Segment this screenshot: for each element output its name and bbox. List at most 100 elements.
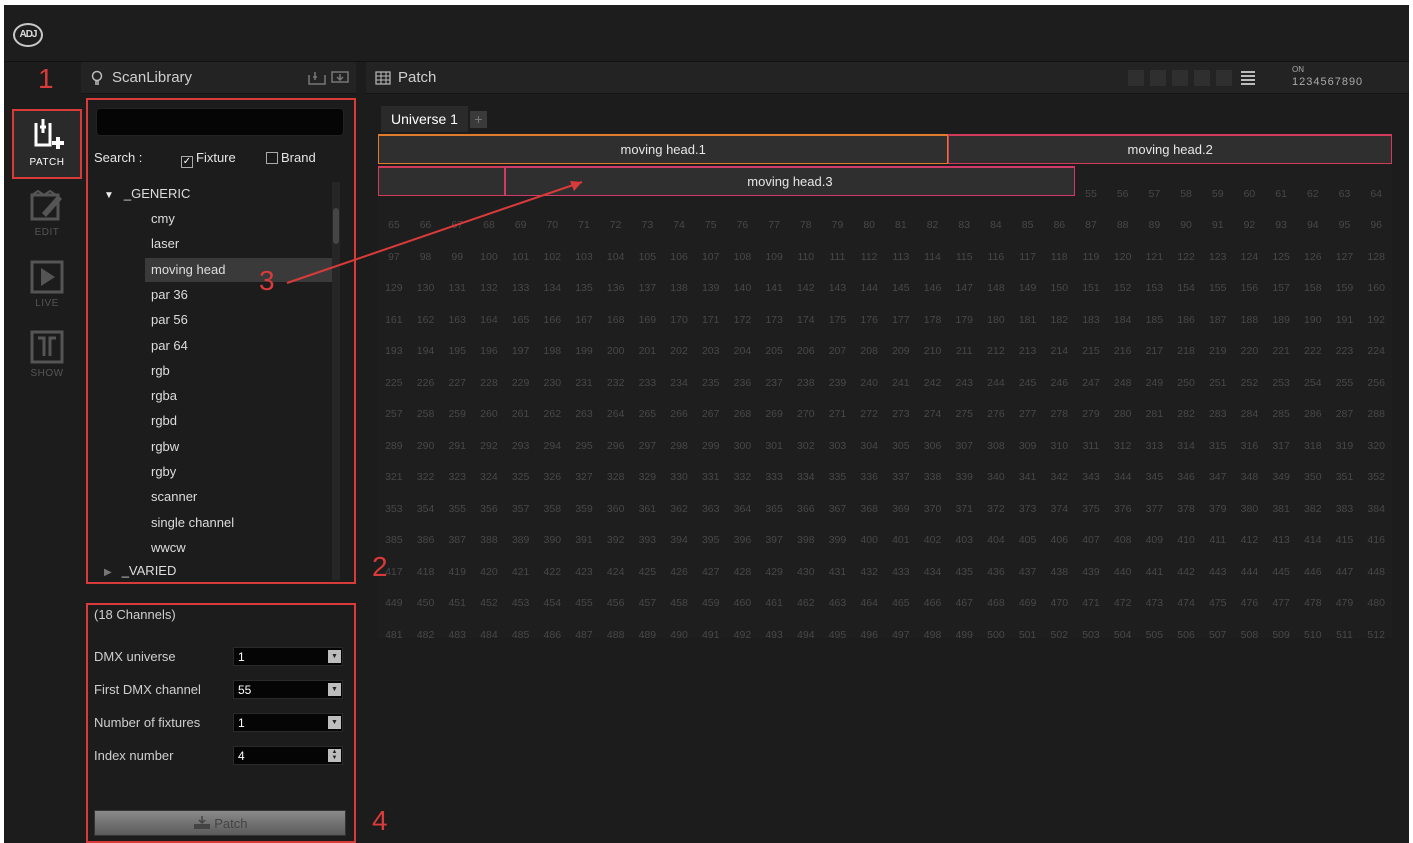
dmx-channel-cell[interactable]: 106 xyxy=(663,242,695,274)
dmx-channel-cell[interactable]: 190 xyxy=(1297,305,1329,337)
dmx-channel-cell[interactable]: 275 xyxy=(948,399,980,431)
dmx-channel-cell[interactable]: 329 xyxy=(632,462,664,494)
dmx-channel-cell[interactable]: 248 xyxy=(1107,368,1139,400)
dmx-channel-cell[interactable]: 144 xyxy=(853,273,885,305)
dmx-channel-cell[interactable]: 358 xyxy=(536,494,568,526)
dmx-channel-cell[interactable]: 474 xyxy=(1170,588,1202,620)
dmx-channel-cell[interactable]: 364 xyxy=(727,494,759,526)
dmx-channel-cell[interactable]: 441 xyxy=(1139,557,1171,589)
dmx-channel-cell[interactable]: 473 xyxy=(1139,588,1171,620)
dmx-channel-cell[interactable]: 92 xyxy=(1234,210,1266,242)
dmx-channel-cell[interactable]: 120 xyxy=(1107,242,1139,274)
dmx-channel-cell[interactable]: 70 xyxy=(536,210,568,242)
dmx-channel-cell[interactable]: 229 xyxy=(505,368,537,400)
dmx-channel-cell[interactable]: 95 xyxy=(1329,210,1361,242)
dmx-channel-cell[interactable]: 117 xyxy=(1012,242,1044,274)
dmx-channel-cell[interactable]: 243 xyxy=(948,368,980,400)
dmx-channel-cell[interactable]: 341 xyxy=(1012,462,1044,494)
dmx-channel-cell[interactable]: 79 xyxy=(822,210,854,242)
dmx-channel-cell[interactable]: 83 xyxy=(948,210,980,242)
dmx-channel-cell[interactable]: 193 xyxy=(378,336,410,368)
dmx-channel-cell[interactable]: 296 xyxy=(600,431,632,463)
dmx-channel-cell[interactable]: 236 xyxy=(727,368,759,400)
dmx-channel-cell[interactable]: 135 xyxy=(568,273,600,305)
dmx-channel-cell[interactable]: 239 xyxy=(822,368,854,400)
dmx-channel-cell[interactable]: 326 xyxy=(536,462,568,494)
dmx-channel-cell[interactable]: 182 xyxy=(1043,305,1075,337)
dmx-channel-cell[interactable]: 465 xyxy=(885,588,917,620)
dmx-channel-cell[interactable]: 64 xyxy=(1360,179,1392,211)
dmx-channel-cell[interactable]: 89 xyxy=(1139,210,1171,242)
dmx-channel-cell[interactable]: 289 xyxy=(378,431,410,463)
dmx-channel-cell[interactable]: 75 xyxy=(695,210,727,242)
dmx-channel-cell[interactable]: 494 xyxy=(790,620,822,652)
dmx-channel-cell[interactable]: 237 xyxy=(758,368,790,400)
dmx-channel-cell[interactable]: 434 xyxy=(917,557,949,589)
dmx-channel-cell[interactable]: 307 xyxy=(948,431,980,463)
dmx-channel-cell[interactable]: 393 xyxy=(632,525,664,557)
dmx-channel-cell[interactable]: 139 xyxy=(695,273,727,305)
dmx-channel-cell[interactable]: 203 xyxy=(695,336,727,368)
dmx-channel-cell[interactable]: 406 xyxy=(1043,525,1075,557)
dmx-channel-cell[interactable]: 57 xyxy=(1139,179,1171,211)
dmx-channel-cell[interactable]: 482 xyxy=(410,620,442,652)
dmx-channel-cell[interactable]: 96 xyxy=(1360,210,1392,242)
dmx-channel-cell[interactable]: 351 xyxy=(1329,462,1361,494)
dmx-channel-cell[interactable]: 220 xyxy=(1234,336,1266,368)
dmx-channel-cell[interactable]: 273 xyxy=(885,399,917,431)
dmx-channel-cell[interactable]: 366 xyxy=(790,494,822,526)
dmx-channel-cell[interactable]: 461 xyxy=(758,588,790,620)
dmx-channel-cell[interactable]: 432 xyxy=(853,557,885,589)
dmx-channel-cell[interactable]: 94 xyxy=(1297,210,1329,242)
dmx-channel-cell[interactable]: 146 xyxy=(917,273,949,305)
dmx-channel-cell[interactable]: 165 xyxy=(505,305,537,337)
dmx-channel-cell[interactable]: 103 xyxy=(568,242,600,274)
dmx-channel-cell[interactable]: 147 xyxy=(948,273,980,305)
dmx-channel-cell[interactable]: 467 xyxy=(948,588,980,620)
dmx-channel-cell[interactable]: 300 xyxy=(727,431,759,463)
dmx-channel-cell[interactable]: 486 xyxy=(536,620,568,652)
dmx-channel-cell[interactable]: 304 xyxy=(853,431,885,463)
dmx-channel-cell[interactable]: 440 xyxy=(1107,557,1139,589)
dmx-channel-cell[interactable]: 230 xyxy=(536,368,568,400)
dmx-channel-cell[interactable]: 442 xyxy=(1170,557,1202,589)
dmx-channel-cell[interactable]: 401 xyxy=(885,525,917,557)
add-universe-button[interactable]: + xyxy=(470,111,487,128)
dmx-channel-cell[interactable]: 196 xyxy=(473,336,505,368)
dmx-channel-cell[interactable]: 211 xyxy=(948,336,980,368)
dmx-channel-cell[interactable]: 232 xyxy=(600,368,632,400)
dmx-channel-cell[interactable]: 109 xyxy=(758,242,790,274)
fixture-block[interactable]: moving head.1 xyxy=(378,134,949,164)
list-view-icon[interactable] xyxy=(1240,70,1256,86)
dmx-channel-cell[interactable]: 55 xyxy=(1075,179,1107,211)
dmx-channel-cell[interactable]: 155 xyxy=(1202,273,1234,305)
dmx-channel-cell[interactable]: 153 xyxy=(1139,273,1171,305)
dmx-channel-cell[interactable]: 214 xyxy=(1043,336,1075,368)
dmx-channel-cell[interactable]: 122 xyxy=(1170,242,1202,274)
dmx-channel-cell[interactable]: 294 xyxy=(536,431,568,463)
dmx-channel-cell[interactable]: 457 xyxy=(632,588,664,620)
dmx-channel-cell[interactable]: 321 xyxy=(378,462,410,494)
dmx-channel-cell[interactable]: 373 xyxy=(1012,494,1044,526)
dmx-channel-cell[interactable]: 150 xyxy=(1043,273,1075,305)
dmx-channel-cell[interactable]: 306 xyxy=(917,431,949,463)
dmx-channel-cell[interactable]: 466 xyxy=(917,588,949,620)
dmx-channel-cell[interactable]: 317 xyxy=(1265,431,1297,463)
dmx-channel-cell[interactable]: 131 xyxy=(441,273,473,305)
dmx-channel-cell[interactable]: 209 xyxy=(885,336,917,368)
dmx-channel-cell[interactable]: 335 xyxy=(822,462,854,494)
dmx-channel-cell[interactable]: 342 xyxy=(1043,462,1075,494)
dmx-channel-cell[interactable]: 102 xyxy=(536,242,568,274)
dmx-channel-cell[interactable]: 372 xyxy=(980,494,1012,526)
dmx-channel-cell[interactable]: 271 xyxy=(822,399,854,431)
dmx-channel-cell[interactable]: 283 xyxy=(1202,399,1234,431)
dmx-channel-cell[interactable]: 244 xyxy=(980,368,1012,400)
dmx-channel-cell[interactable]: 313 xyxy=(1139,431,1171,463)
dmx-channel-cell[interactable]: 82 xyxy=(917,210,949,242)
dmx-channel-cell[interactable]: 400 xyxy=(853,525,885,557)
dmx-channel-cell[interactable]: 180 xyxy=(980,305,1012,337)
dmx-channel-cell[interactable]: 279 xyxy=(1075,399,1107,431)
dmx-channel-cell[interactable]: 276 xyxy=(980,399,1012,431)
dmx-channel-cell[interactable]: 77 xyxy=(758,210,790,242)
dmx-channel-cell[interactable]: 476 xyxy=(1234,588,1266,620)
